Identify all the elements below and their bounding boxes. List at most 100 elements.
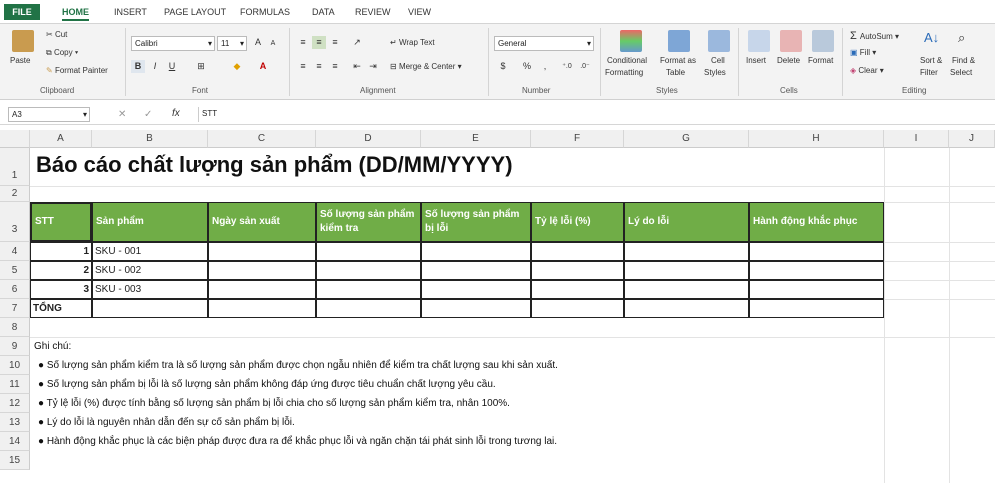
align-left-icon[interactable]: ≡ (296, 60, 310, 73)
table-cell[interactable] (624, 299, 749, 318)
enter-icon[interactable]: ✓ (144, 109, 152, 120)
fill-color-icon[interactable]: ◆ (230, 60, 244, 73)
row-header-2[interactable]: 2 (0, 186, 30, 202)
table-cell[interactable] (531, 299, 624, 318)
align-bottom-icon[interactable]: ≡ (328, 36, 342, 49)
borders-icon[interactable]: ⊞ (194, 60, 208, 73)
table-cell[interactable] (208, 280, 316, 299)
cell-stt[interactable]: 3 (30, 280, 92, 299)
note-line[interactable]: ● Số lượng sản phẩm bị lỗi là số lượng s… (38, 379, 496, 390)
header-stt[interactable]: STT (30, 202, 92, 242)
insert-function-button[interactable]: fx (172, 108, 180, 119)
underline-button[interactable]: U (165, 60, 179, 73)
table-cell[interactable] (531, 242, 624, 261)
column-header-g[interactable]: G (624, 130, 749, 148)
percent-button[interactable]: % (520, 60, 534, 73)
row-header-15[interactable]: 15 (0, 451, 30, 470)
row-header-6[interactable]: 6 (0, 280, 30, 299)
column-header-c[interactable]: C (208, 130, 316, 148)
table-cell[interactable] (624, 280, 749, 299)
cell-product[interactable]: SKU - 003 (92, 280, 208, 299)
copy-button[interactable]: ⧉ Copy ▾ (46, 48, 78, 58)
column-header-f[interactable]: F (531, 130, 624, 148)
note-line[interactable]: ● Số lượng sản phẩm kiểm tra là số lượng… (38, 360, 558, 371)
table-cell[interactable] (531, 280, 624, 299)
cancel-icon[interactable]: ✕ (118, 109, 126, 120)
increase-decimal-icon[interactable]: ⁺.0 (560, 60, 574, 73)
row-header-11[interactable]: 11 (0, 375, 30, 394)
table-cell[interactable] (316, 299, 421, 318)
column-header-d[interactable]: D (316, 130, 421, 148)
row-header-4[interactable]: 4 (0, 242, 30, 261)
notes-title[interactable]: Ghi chú: (32, 341, 73, 352)
row-header-3[interactable]: 3 (0, 202, 30, 242)
table-cell[interactable] (208, 242, 316, 261)
header-defect-reason[interactable]: Lý do lỗi (624, 202, 749, 242)
align-middle-icon[interactable]: ≡ (312, 36, 326, 49)
tab-view[interactable]: VIEW (408, 7, 431, 17)
table-cell[interactable] (316, 242, 421, 261)
clear-button[interactable]: ◈ Clear ▾ (850, 66, 884, 75)
column-header-b[interactable]: B (92, 130, 208, 148)
align-right-icon[interactable]: ≡ (328, 60, 342, 73)
table-cell[interactable] (208, 299, 316, 318)
header-product[interactable]: Sản phẩm (92, 202, 208, 242)
row-header-12[interactable]: 12 (0, 394, 30, 413)
cut-button[interactable]: ✂ Cut (46, 30, 67, 39)
tab-data[interactable]: DATA (312, 7, 335, 17)
table-cell[interactable] (92, 299, 208, 318)
table-cell[interactable] (749, 299, 884, 318)
select-all-corner[interactable] (0, 130, 30, 148)
table-cell[interactable] (749, 242, 884, 261)
number-format-select[interactable]: General ▾ (494, 36, 594, 51)
row-header-14[interactable]: 14 (0, 432, 30, 451)
table-cell[interactable] (531, 261, 624, 280)
italic-button[interactable]: I (148, 60, 162, 73)
column-header-h[interactable]: H (749, 130, 884, 148)
note-line[interactable]: ● Tỷ lệ lỗi (%) được tính bằng số lượng … (38, 398, 510, 409)
row-header-8[interactable]: 8 (0, 318, 30, 337)
wrap-text-button[interactable]: ↵ Wrap Text (390, 38, 435, 47)
row-header-1[interactable]: 1 (0, 148, 30, 186)
grow-font-button[interactable]: A (251, 36, 265, 49)
table-cell[interactable] (421, 280, 531, 299)
name-box[interactable]: A3 ▾ (8, 107, 90, 122)
header-defect-rate[interactable]: Tỷ lệ lỗi (%) (531, 202, 624, 242)
fill-button[interactable]: ▣ Fill ▾ (850, 48, 876, 57)
font-name-select[interactable]: Calibri ▾ (131, 36, 215, 51)
table-cell[interactable] (624, 242, 749, 261)
column-header-i[interactable]: I (884, 130, 949, 148)
font-size-select[interactable]: 11 ▾ (217, 36, 247, 51)
cell-stt[interactable]: 2 (30, 261, 92, 280)
autosum-button[interactable]: Σ AutoSum ▾ (850, 30, 899, 42)
bold-button[interactable]: B (131, 60, 145, 73)
tab-home[interactable]: HOME (62, 7, 89, 21)
header-corrective-action[interactable]: Hành động khắc phục (749, 202, 884, 242)
table-cell[interactable] (316, 261, 421, 280)
increase-indent-icon[interactable]: ⇥ (366, 60, 380, 73)
tab-insert[interactable]: INSERT (114, 7, 147, 17)
tab-page-layout[interactable]: PAGE LAYOUT (164, 7, 226, 17)
align-center-icon[interactable]: ≡ (312, 60, 326, 73)
cell-product[interactable]: SKU - 002 (92, 261, 208, 280)
font-color-icon[interactable]: A (256, 60, 270, 73)
header-defect-qty[interactable]: Số lượng sản phẩm bị lỗi (421, 202, 531, 242)
tab-file[interactable]: FILE (4, 4, 40, 20)
align-top-icon[interactable]: ≡ (296, 36, 310, 49)
column-header-a[interactable]: A (30, 130, 92, 148)
tab-review[interactable]: REVIEW (355, 7, 391, 17)
table-cell[interactable] (316, 280, 421, 299)
column-header-j[interactable]: J (949, 130, 995, 148)
table-cell[interactable] (749, 261, 884, 280)
row-header-10[interactable]: 10 (0, 356, 30, 375)
currency-button[interactable]: $ (496, 60, 510, 73)
header-inspected-qty[interactable]: Số lượng sản phẩm kiểm tra (316, 202, 421, 242)
merge-center-button[interactable]: ⊟ Merge & Center ▾ (390, 62, 462, 71)
row-header-7[interactable]: 7 (0, 299, 30, 318)
decrease-decimal-icon[interactable]: .0⁻ (578, 60, 592, 73)
comma-button[interactable]: , (538, 60, 552, 73)
decrease-indent-icon[interactable]: ⇤ (350, 60, 364, 73)
table-cell[interactable] (421, 242, 531, 261)
table-cell[interactable] (624, 261, 749, 280)
row-header-9[interactable]: 9 (0, 337, 30, 356)
